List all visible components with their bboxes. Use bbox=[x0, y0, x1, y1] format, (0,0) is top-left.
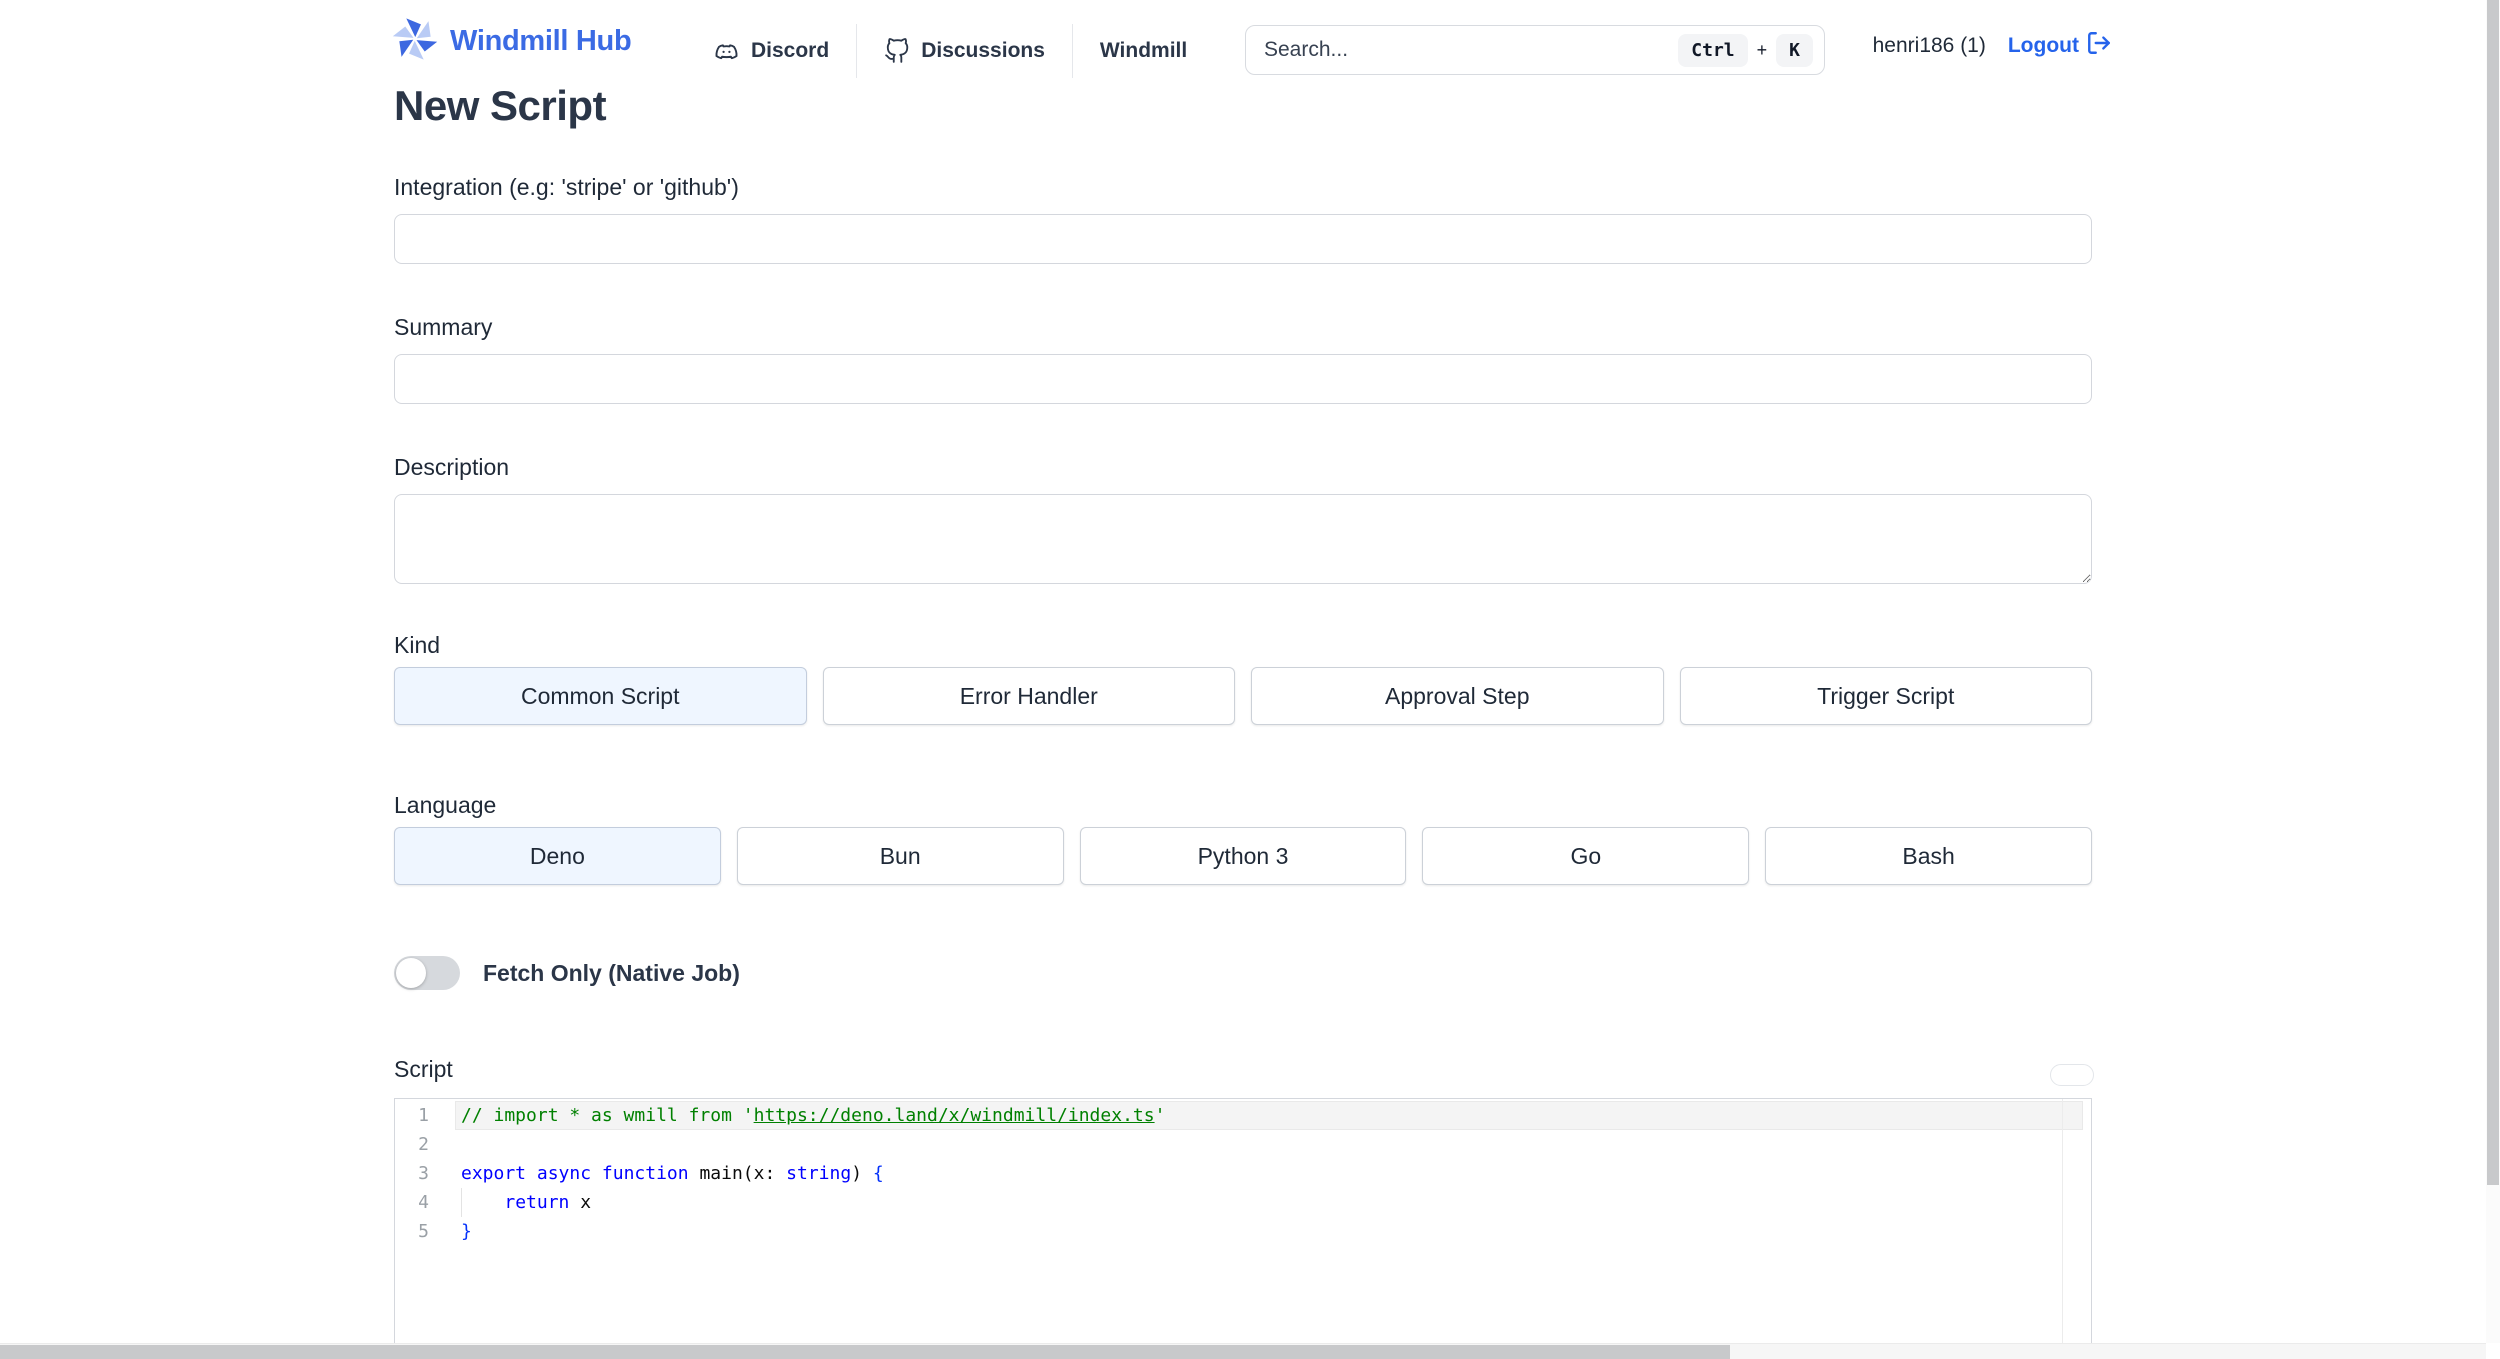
logout-link[interactable]: Logout bbox=[2008, 30, 2112, 62]
logout-label: Logout bbox=[2007, 34, 2079, 57]
language-option-bash[interactable]: Bash bbox=[1765, 827, 2092, 885]
windmill-logo-icon bbox=[392, 16, 438, 67]
nav-label-discussions: Discussions bbox=[921, 39, 1045, 62]
code-line: 2 bbox=[395, 1130, 2091, 1159]
nav-item-discussions[interactable]: Discussions bbox=[857, 24, 1072, 78]
fetch-only-toggle[interactable] bbox=[394, 956, 460, 990]
code-line: 5 } bbox=[395, 1217, 2091, 1246]
language-group: Language Deno Bun Python 3 Go Bash bbox=[394, 792, 2092, 885]
kind-option-approval-step[interactable]: Approval Step bbox=[1251, 667, 1664, 725]
integration-input[interactable] bbox=[394, 214, 2092, 264]
page-title: New Script bbox=[394, 82, 607, 129]
code-line: 4 return x bbox=[395, 1188, 2091, 1217]
integration-label: Integration (e.g: 'stripe' or 'github') bbox=[394, 174, 739, 200]
search-input[interactable] bbox=[1264, 38, 1679, 62]
toggle-knob bbox=[396, 958, 426, 988]
fetch-only-row: Fetch Only (Native Job) bbox=[394, 956, 740, 990]
line-code: // import * as wmill from 'https://deno.… bbox=[461, 1105, 1166, 1126]
editor-theme-toggle[interactable] bbox=[2050, 1064, 2094, 1086]
line-number: 4 bbox=[418, 1192, 429, 1213]
description-label: Description bbox=[394, 454, 510, 480]
page-horizontal-scrollbar[interactable] bbox=[0, 1343, 2486, 1359]
kind-option-trigger-script[interactable]: Trigger Script bbox=[1679, 667, 2092, 725]
github-icon bbox=[884, 38, 910, 64]
description-textarea[interactable] bbox=[394, 494, 2092, 584]
fetch-only-label: Fetch Only (Native Job) bbox=[483, 959, 740, 986]
discord-icon bbox=[713, 38, 740, 65]
summary-input[interactable] bbox=[394, 354, 2092, 404]
language-label: Language bbox=[394, 792, 497, 818]
brand-name: Windmill Hub bbox=[450, 25, 632, 57]
language-option-python3[interactable]: Python 3 bbox=[1079, 827, 1407, 885]
page-vertical-scrollbar[interactable] bbox=[2486, 0, 2500, 1343]
integration-group: Integration (e.g: 'stripe' or 'github') bbox=[394, 174, 2092, 264]
language-option-deno[interactable]: Deno bbox=[394, 827, 721, 885]
logout-icon bbox=[2086, 30, 2112, 62]
brand[interactable]: Windmill Hub bbox=[392, 16, 632, 67]
script-label: Script bbox=[394, 1056, 453, 1082]
kind-label: Kind bbox=[394, 632, 441, 658]
line-number: 5 bbox=[418, 1221, 429, 1242]
nav-label-discord: Discord bbox=[751, 39, 830, 62]
code-lines: 1 // import * as wmill from 'https://den… bbox=[395, 1099, 2091, 1246]
editor-scrollbar[interactable] bbox=[2062, 1099, 2063, 1359]
language-options: Deno Bun Python 3 Go Bash bbox=[394, 827, 2092, 885]
main-nav: Discord Discussions Windmill bbox=[713, 24, 1214, 78]
line-code: } bbox=[461, 1221, 472, 1242]
nav-label-windmill: Windmill bbox=[1099, 39, 1188, 62]
line-number: 2 bbox=[418, 1134, 429, 1155]
kind-group: Kind Common Script Error Handler Approva… bbox=[394, 632, 2092, 725]
description-group: Description bbox=[394, 454, 2092, 589]
username: henri186 (1) bbox=[1872, 34, 1986, 57]
line-number: 3 bbox=[418, 1163, 429, 1184]
code-editor[interactable]: 1 // import * as wmill from 'https://den… bbox=[394, 1098, 2092, 1359]
kind-options: Common Script Error Handler Approval Ste… bbox=[394, 667, 2092, 725]
line-code: return x bbox=[504, 1192, 592, 1213]
kind-option-common-script[interactable]: Common Script bbox=[394, 667, 807, 725]
summary-group: Summary bbox=[394, 314, 2092, 404]
kbd-k: K bbox=[1776, 33, 1813, 67]
line-code: export async function main(x: string) { bbox=[461, 1163, 884, 1184]
nav-item-discord[interactable]: Discord bbox=[713, 24, 856, 78]
user-area: henri186 (1) Logout bbox=[1873, 30, 2112, 62]
search-box[interactable]: Ctrl + K bbox=[1245, 25, 1825, 75]
language-option-bun[interactable]: Bun bbox=[736, 827, 1064, 885]
line-number: 1 bbox=[418, 1105, 429, 1126]
kbd-ctrl: Ctrl bbox=[1678, 33, 1748, 67]
kind-option-error-handler[interactable]: Error Handler bbox=[822, 667, 1235, 725]
code-line: 3 export async function main(x: string) … bbox=[395, 1159, 2091, 1188]
scrollbar-corner bbox=[2486, 1343, 2500, 1359]
nav-item-windmill[interactable]: Windmill bbox=[1073, 24, 1214, 78]
language-option-go[interactable]: Go bbox=[1422, 827, 1750, 885]
code-line: 1 // import * as wmill from 'https://den… bbox=[395, 1101, 2091, 1130]
summary-label: Summary bbox=[394, 314, 493, 340]
kbd-plus: + bbox=[1756, 39, 1768, 60]
vertical-scrollbar-thumb[interactable] bbox=[2487, 0, 2499, 1185]
horizontal-scrollbar-thumb[interactable] bbox=[0, 1345, 1730, 1359]
